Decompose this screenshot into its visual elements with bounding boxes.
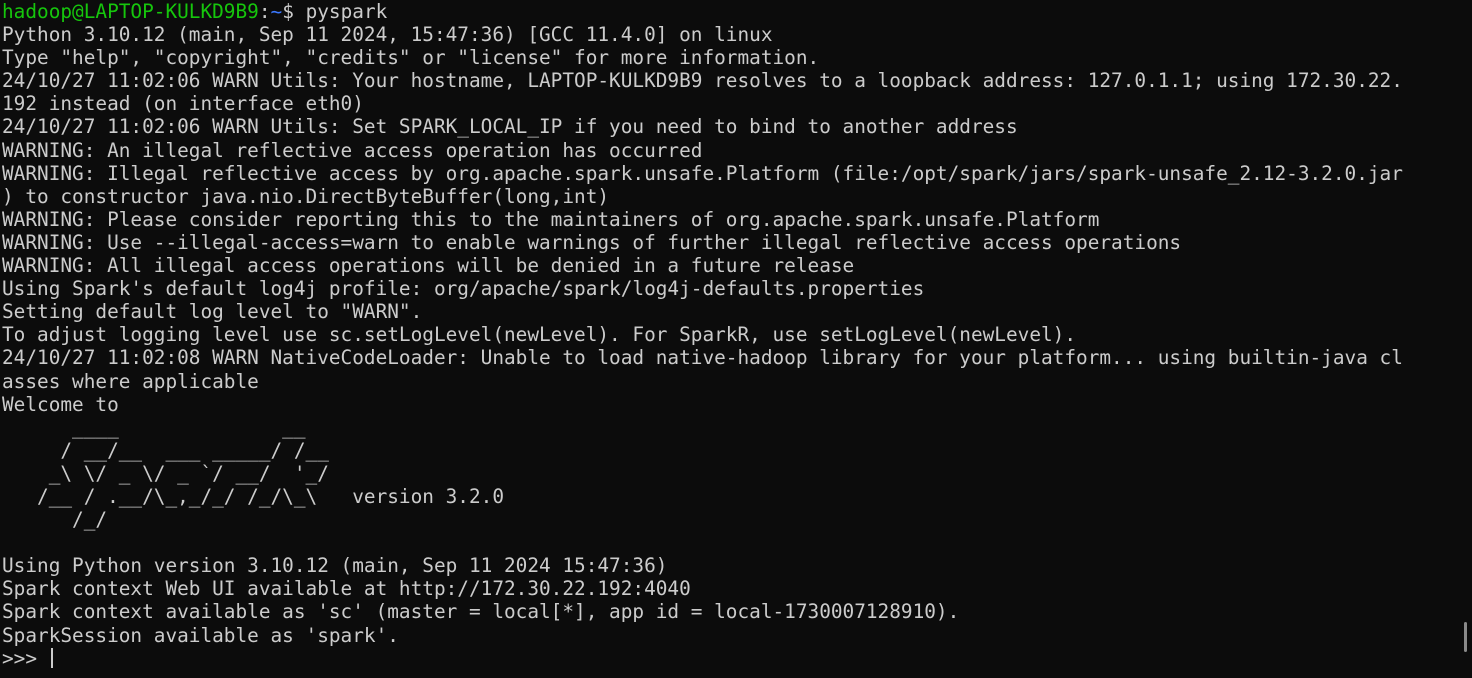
output-line: WARNING: Illegal reflective access by or… xyxy=(2,161,1403,185)
terminal-window[interactable]: hadoop@LAPTOP-KULKD9B9:~$ pyspark Python… xyxy=(2,0,1452,678)
output-line: Type "help", "copyright", "credits" or "… xyxy=(2,46,820,70)
output-line: 24/10/27 11:02:06 WARN Utils: Your hostn… xyxy=(2,69,1403,93)
output-line: ) to constructor java.nio.DirectByteBuff… xyxy=(2,184,610,208)
repl-input-line[interactable]: >>> xyxy=(2,647,1452,670)
spark-logo-line: /__ / .__/\_,_/_/ /_/\_\ version 3.2.0 xyxy=(2,484,504,508)
output-line: Python 3.10.12 (main, Sep 11 2024, 15:47… xyxy=(2,23,773,47)
spark-logo-line: _\ \/ _ \/ _ `/ __/ '_/ xyxy=(2,461,329,485)
prompt-symbol: $ xyxy=(282,0,306,23)
output-line: Spark context Web UI available at http:/… xyxy=(2,577,691,601)
shell-prompt-line: hadoop@LAPTOP-KULKD9B9:~$ pyspark xyxy=(2,0,1452,23)
output-line: To adjust logging level use sc.setLogLev… xyxy=(2,323,1077,347)
output-line: WARNING: An illegal reflective access op… xyxy=(2,138,703,162)
output-line: 192 instead (on interface eth0) xyxy=(2,92,364,116)
prompt-path: ~ xyxy=(270,0,283,23)
output-line: WARNING: Use --illegal-access=warn to en… xyxy=(2,230,1182,254)
prompt-user-host: hadoop@LAPTOP-KULKD9B9 xyxy=(2,0,259,23)
prompt-separator: : xyxy=(258,0,271,23)
repl-prompt: >>> xyxy=(2,646,49,670)
output-line: WARNING: All illegal access operations w… xyxy=(2,254,855,278)
text-cursor xyxy=(50,647,53,668)
output-line: 24/10/27 11:02:06 WARN Utils: Set SPARK_… xyxy=(2,115,1018,139)
output-line: Setting default log level to "WARN". xyxy=(2,300,423,324)
scrollbar-thumb[interactable] xyxy=(1464,622,1467,652)
prompt-command: pyspark xyxy=(305,0,388,23)
spark-logo-line: / __/__ ___ _____/ /__ xyxy=(2,438,329,462)
output-line: Spark context available as 'sc' (master … xyxy=(2,600,960,624)
spark-logo-line: /_/ xyxy=(2,508,108,532)
output-line: 24/10/27 11:02:08 WARN NativeCodeLoader:… xyxy=(2,346,1403,370)
output-line: Welcome to xyxy=(2,392,119,416)
output-line: Using Python version 3.10.12 (main, Sep … xyxy=(2,554,668,578)
output-line: Using Spark's default log4j profile: org… xyxy=(2,277,925,301)
output-line: WARNING: Please consider reporting this … xyxy=(2,207,1100,231)
output-line: SparkSession available as 'spark'. xyxy=(2,623,399,647)
spark-logo-line: ____ __ xyxy=(2,415,306,439)
output-line: asses where applicable xyxy=(2,369,259,393)
